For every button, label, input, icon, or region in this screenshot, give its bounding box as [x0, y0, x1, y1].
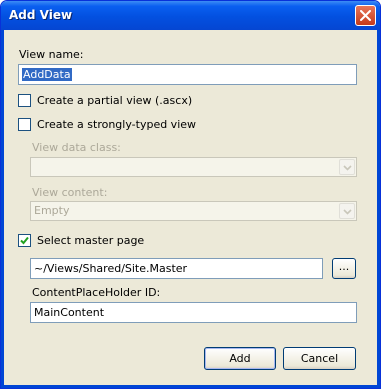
content-placeholder-value: MainContent — [34, 306, 105, 319]
view-data-class-combo — [30, 157, 357, 177]
view-content-combo: Empty — [30, 201, 357, 221]
cancel-button[interactable]: Cancel — [283, 347, 356, 370]
content-placeholder-input[interactable]: MainContent — [30, 302, 357, 323]
master-page-label: Select master page — [37, 234, 145, 247]
add-button[interactable]: Add — [204, 347, 276, 370]
view-content-dropdown-button — [339, 203, 355, 219]
view-data-class-label: View data class: — [32, 141, 121, 154]
view-name-value: AddData — [22, 68, 72, 81]
checkmark-icon — [20, 236, 29, 245]
chevron-down-icon — [343, 165, 352, 171]
view-name-input[interactable]: AddData — [18, 64, 357, 85]
content-placeholder-label: ContentPlaceHolder ID: — [32, 286, 161, 299]
bottom-frame — [1, 385, 380, 388]
partial-view-label: Create a partial view (.ascx) — [37, 94, 193, 107]
close-button[interactable] — [355, 5, 376, 26]
right-frame — [377, 30, 380, 388]
view-name-label: View name: — [19, 48, 84, 61]
close-icon — [360, 10, 371, 21]
browse-master-page-button[interactable]: ... — [332, 258, 356, 279]
strongly-typed-label: Create a strongly-typed view — [37, 118, 197, 131]
title-bar[interactable]: Add View — [1, 1, 380, 30]
view-data-class-dropdown-button — [339, 159, 355, 175]
strongly-typed-checkbox[interactable] — [18, 118, 31, 131]
add-view-dialog: Add View View name: AddData Create a par… — [0, 0, 381, 389]
view-content-value: Empty — [34, 204, 70, 217]
master-page-path-value: ~/Views/Shared/Site.Master — [34, 262, 188, 275]
partial-view-checkbox[interactable] — [18, 94, 31, 107]
window-title: Add View — [9, 8, 73, 22]
master-page-path-input[interactable]: ~/Views/Shared/Site.Master — [30, 258, 323, 279]
view-content-label: View content: — [32, 186, 108, 199]
chevron-down-icon — [343, 209, 352, 215]
left-frame — [1, 30, 4, 388]
master-page-checkbox[interactable] — [18, 234, 31, 247]
